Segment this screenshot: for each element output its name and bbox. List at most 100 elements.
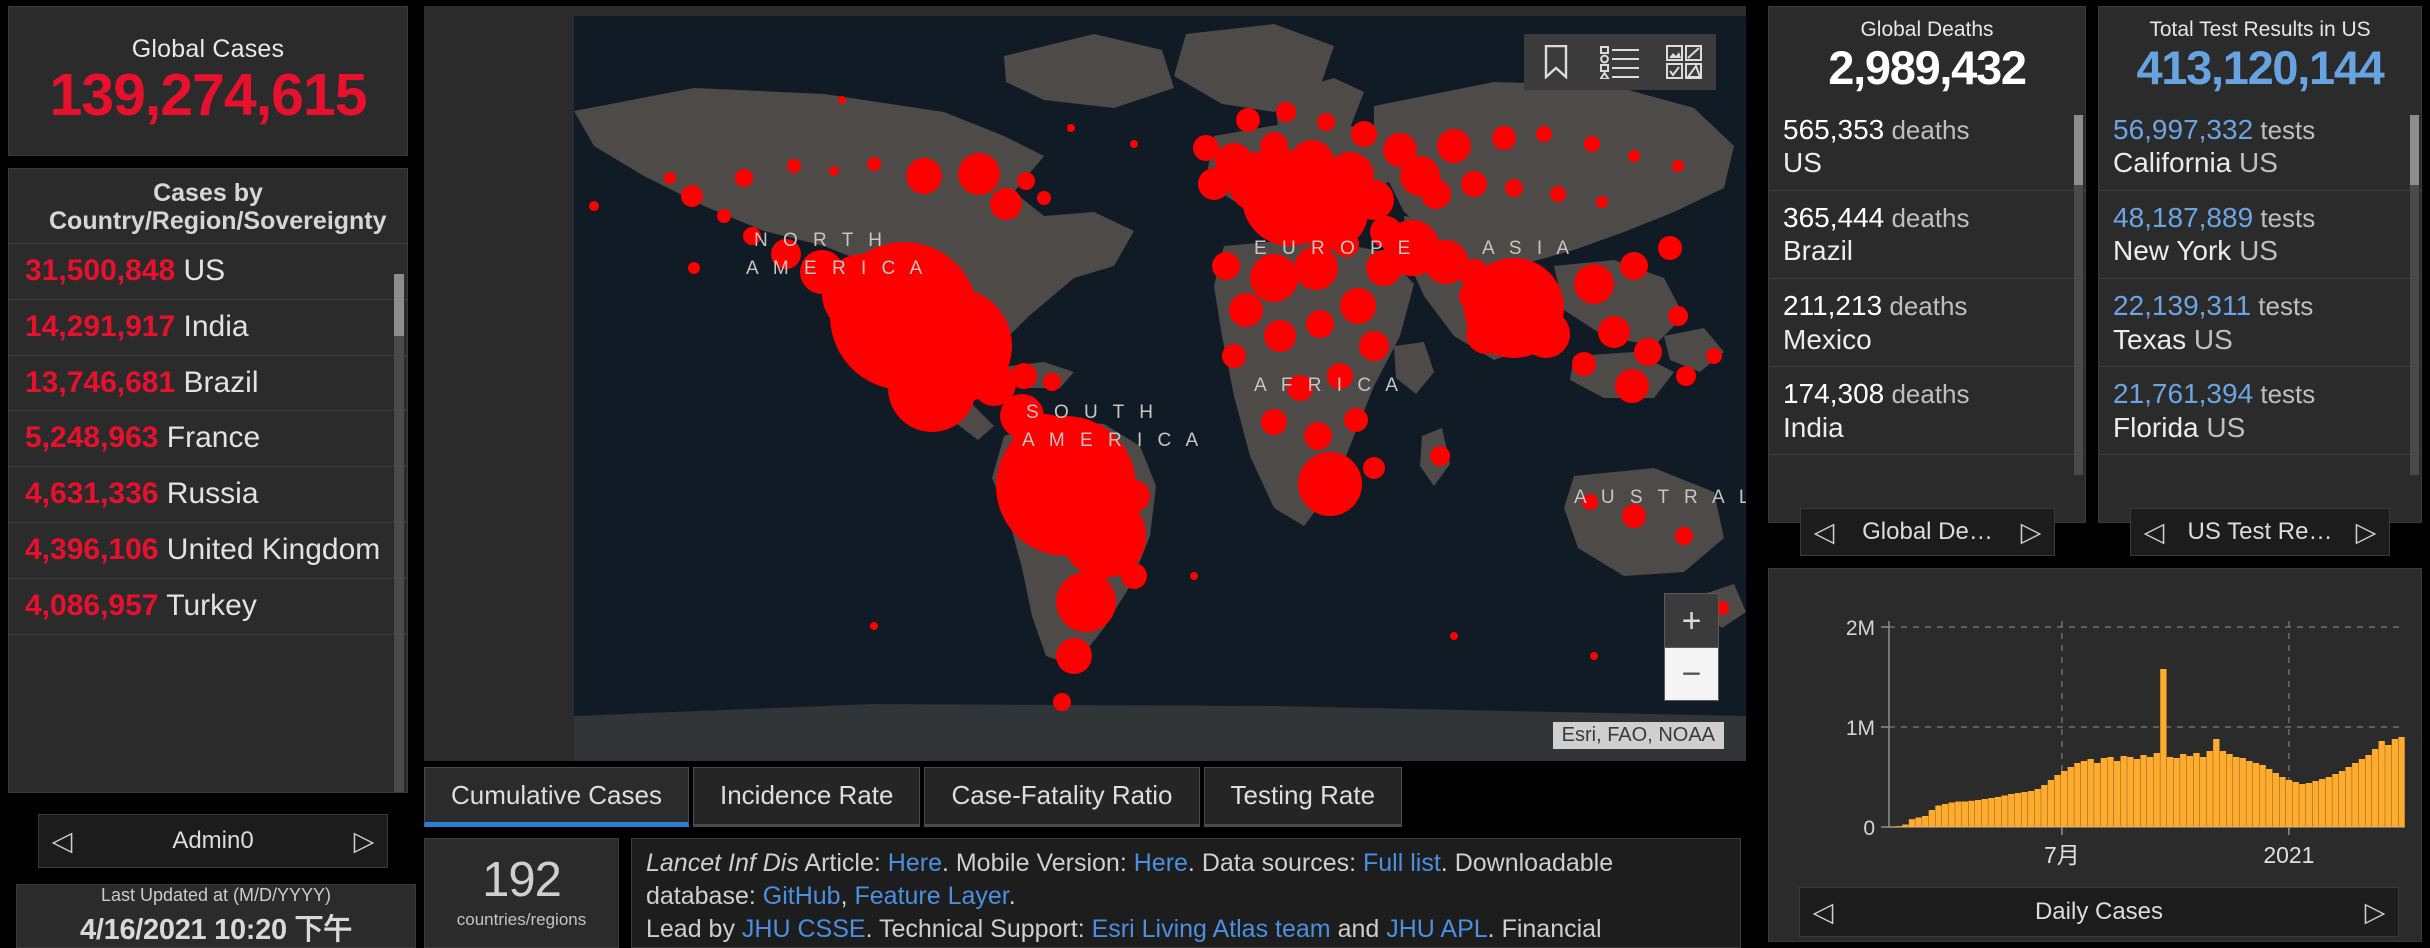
table-row[interactable]: 14,291,917 India (9, 300, 407, 356)
global-deaths-pager-label: Global De… (1862, 518, 1993, 545)
esri-living-atlas-link[interactable]: Esri Living Atlas team (1092, 915, 1331, 943)
jhu-csse-link[interactable]: JHU CSSE (742, 915, 866, 943)
github-link[interactable]: GitHub (763, 882, 841, 910)
total-tests-list[interactable]: 56,997,332 tests California US 48,187,889 … (2099, 103, 2421, 456)
global-deaths-list[interactable]: 565,353 deaths US 365,444 deaths Brazil 211,… (1769, 103, 2085, 456)
next-arrow-icon[interactable]: ▷ (2008, 518, 2054, 546)
notes-text-3d: . Financial (1487, 915, 1602, 943)
notes-text-1d: . Data sources: (1187, 849, 1363, 877)
x-axis-tick-label: 2021 (2263, 842, 2314, 868)
bookmark-icon[interactable] (1534, 40, 1578, 84)
countries-count-panel: 192 countries/regions (424, 838, 619, 948)
x-axis-tick-label: 7月 (2044, 842, 2080, 868)
list-item[interactable]: 565,353 deaths US (1769, 103, 2085, 191)
total-tests-column: Total Test Results in US 413,120,144 56,… (2098, 6, 2422, 556)
last-updated-panel: Last Updated at (M/D/YYYY) 4/16/2021 10:… (16, 884, 416, 948)
jhu-apl-link[interactable]: JHU APL (1386, 915, 1487, 943)
map-canvas[interactable]: N O R T H A M E R I C A S O U T H A M E … (574, 16, 1746, 761)
prev-arrow-icon[interactable]: ◁ (2131, 518, 2177, 546)
list-item[interactable]: 56,997,332 tests California US (2099, 103, 2421, 191)
total-tests-value: 413,120,144 (2136, 41, 2384, 94)
full-list-link[interactable]: Full list (1363, 849, 1441, 877)
admin0-pager[interactable]: ◁ Admin0 ▷ (38, 814, 388, 868)
prev-arrow-icon[interactable]: ◁ (39, 827, 85, 855)
basemap-gallery-icon[interactable] (1662, 40, 1706, 84)
table-row[interactable]: 13,746,681 Brazil (9, 356, 407, 412)
country-case-count: 4,631,336 (25, 477, 159, 511)
map-column: N O R T H A M E R I C A S O U T H A M E … (424, 6, 1746, 948)
tab-incidence-rate[interactable]: Incidence Rate (692, 767, 921, 827)
global-cases-value: 139,274,615 (49, 61, 367, 128)
svg-text:A M E R I C A: A M E R I C A (746, 258, 927, 279)
list-item[interactable]: 365,444 deaths Brazil (1769, 191, 2085, 280)
country-case-count: 4,396,106 (25, 532, 159, 566)
cases-by-country-list[interactable]: 31,500,848 US 14,291,917 India 13,746,681 … (9, 243, 407, 635)
list-item[interactable]: 21,761,394 tests Florida US (2099, 367, 2421, 456)
death-unit: deaths (1882, 291, 1968, 322)
world-map-svg: N O R T H A M E R I C A S O U T H A M E … (574, 16, 1746, 761)
list-item[interactable]: 48,187,889 tests New York US (2099, 191, 2421, 280)
list-item[interactable]: 22,139,311 tests Texas US (2099, 279, 2421, 368)
svg-text:A M E R I C A: A M E R I C A (1022, 430, 1203, 451)
death-unit: deaths (1884, 202, 1970, 233)
notes-text-2b: , (840, 882, 855, 910)
total-tests-title: Total Test Results in US (2149, 18, 2371, 41)
daily-cases-panel: 0 1M 2M 7月 2021 ◁ Daily Cases ▷ (1768, 568, 2422, 942)
zoom-out-button[interactable]: − (1665, 647, 1718, 700)
daily-cases-pager[interactable]: ◁ Daily Cases ▷ (1799, 887, 2399, 937)
legend-icon[interactable] (1598, 40, 1642, 84)
cases-list-scrollbar[interactable] (394, 274, 404, 792)
test-count: 21,761,394 (2113, 378, 2254, 410)
test-place: California US (2113, 147, 2278, 179)
covid-dashboard: Global Cases 139,274,615 Cases by Countr… (0, 0, 2430, 948)
list-item[interactable]: 211,213 deaths Mexico (1769, 279, 2085, 368)
tab-case-fatality-ratio[interactable]: Case-Fatality Ratio (924, 767, 1200, 827)
tab-testing-rate[interactable]: Testing Rate (1203, 767, 1403, 827)
prev-arrow-icon[interactable]: ◁ (1800, 898, 1846, 926)
death-unit: deaths (1884, 114, 1970, 145)
test-count: 56,997,332 (2113, 113, 2254, 145)
global-deaths-pager[interactable]: ◁ Global De… ▷ (1800, 508, 2055, 556)
here-link-1[interactable]: Here (888, 849, 942, 877)
next-arrow-icon[interactable]: ▷ (2352, 898, 2398, 926)
next-arrow-icon[interactable]: ▷ (2343, 518, 2389, 546)
svg-text:A F R I C A: A F R I C A (1254, 375, 1403, 396)
table-row[interactable]: 5,248,963 France (9, 411, 407, 468)
country-case-count: 14,291,917 (25, 309, 176, 343)
country-name: US (175, 254, 226, 287)
countries-count-value: 192 (482, 853, 562, 907)
map-attribution: Esri, FAO, NOAA (1552, 722, 1724, 749)
country-name: India (175, 309, 249, 343)
map-tools-bar (1524, 34, 1716, 90)
deaths-list-scrollbar[interactable] (2074, 115, 2083, 475)
lancet-title: Lancet Inf Dis (646, 849, 799, 877)
us-tests-pager[interactable]: ◁ US Test Re… ▷ (2130, 508, 2390, 556)
us-tests-pager-label: US Test Re… (2187, 518, 2333, 545)
zoom-in-button[interactable]: + (1665, 594, 1718, 647)
death-place: India (1783, 411, 1844, 443)
table-row[interactable]: 4,396,106 United Kingdom (9, 523, 407, 579)
tab-cumulative-cases[interactable]: Cumulative Cases (424, 767, 689, 827)
death-place: US (1783, 147, 1822, 179)
left-column: Global Cases 139,274,615 Cases by Countr… (8, 6, 416, 948)
svg-text:N O R T H: N O R T H (754, 230, 887, 251)
daily-cases-series (1889, 669, 2405, 828)
test-count: 22,139,311 (2113, 290, 2252, 322)
country-name: United Kingdom (158, 532, 381, 566)
table-row[interactable]: 4,631,336 Russia (9, 467, 407, 523)
svg-text:A S I A: A S I A (1482, 238, 1574, 259)
prev-arrow-icon[interactable]: ◁ (1801, 518, 1847, 546)
list-item[interactable]: 174,308 deaths India (1769, 367, 2085, 456)
here-link-2[interactable]: Here (1134, 849, 1188, 877)
test-place: New York US (2113, 235, 2278, 267)
table-row[interactable]: 4,086,957 Turkey (9, 579, 407, 635)
map-panel: N O R T H A M E R I C A S O U T H A M E … (424, 6, 1746, 761)
notes-line-1: Lancet Inf Dis Article: Here. Mobile Ver… (646, 847, 1726, 913)
table-row[interactable]: 31,500,848 US (9, 243, 407, 300)
map-tab-bar: Cumulative Cases Incidence Rate Case-Fatal… (424, 767, 1403, 827)
global-deaths-value: 2,989,432 (1828, 41, 2027, 94)
tests-list-scrollbar[interactable] (2410, 115, 2419, 475)
next-arrow-icon[interactable]: ▷ (341, 827, 387, 855)
feature-layer-link[interactable]: Feature Layer (854, 882, 1008, 910)
daily-cases-svg: 0 1M 2M 7月 2021 (1846, 617, 2405, 868)
